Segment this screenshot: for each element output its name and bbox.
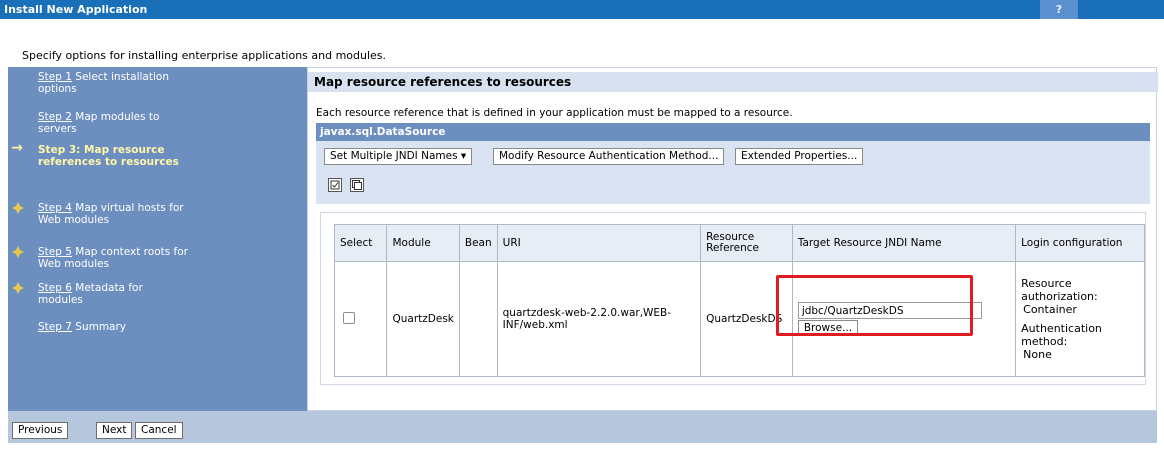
login-configuration-cell: Resource authorization: Container Authen… — [1015, 261, 1145, 377]
window-title: Install New Application — [0, 0, 1164, 19]
help-button[interactable]: ? — [1040, 0, 1078, 19]
resource-reference-cell: QuartzDeskDS — [700, 261, 793, 377]
resource-authorization-label: Resource authorization: — [1021, 277, 1098, 303]
step-3-label: Step 3: Map resource references to resou… — [38, 144, 179, 168]
table-row: QuartzDesk quartzdesk-web-2.2.0.war,WEB-… — [333, 261, 1145, 377]
section-header: javax.sql.DataSource — [316, 123, 1150, 141]
header-uri: URI — [496, 224, 702, 262]
step-5[interactable]: Step 5 Map context roots for Web modules — [38, 246, 188, 270]
step-3-current: Step 3: Map resource references to resou… — [38, 144, 188, 168]
panel-title: Map resource references to resources — [308, 72, 1158, 92]
authentication-method-value: None — [1023, 348, 1052, 361]
bean-cell — [458, 261, 498, 377]
step-2-link[interactable]: Step 2 — [38, 111, 72, 123]
previous-button[interactable]: Previous — [12, 422, 69, 439]
step-7[interactable]: Step 7 Summary — [38, 321, 178, 333]
table-toolbar: Set Multiple JNDI Names ▾ Modify Resourc… — [316, 141, 1150, 204]
current-step-arrow-icon: → — [11, 140, 23, 156]
step-6-link[interactable]: Step 6 — [38, 282, 72, 294]
header-login-configuration: Login configuration — [1015, 224, 1145, 262]
jndi-cell: Browse... — [791, 261, 1017, 377]
step-5-link[interactable]: Step 5 — [38, 246, 72, 258]
header-select: Select — [333, 224, 388, 262]
step-6-pending-icon — [12, 282, 24, 294]
authentication-method-label: Authentication method: — [1021, 322, 1102, 348]
header-target-jndi: Target Resource JNDI Name — [791, 224, 1017, 262]
step-7-label: Summary — [71, 321, 127, 333]
header-bean: Bean — [458, 224, 498, 262]
select-cell — [333, 261, 388, 377]
step-4-link[interactable]: Step 4 — [38, 202, 72, 214]
panel-description: Each resource reference that is defined … — [316, 107, 793, 119]
set-multiple-jndi-names-button[interactable]: Set Multiple JNDI Names ▾ — [324, 148, 473, 165]
step-1-link[interactable]: Step 1 — [38, 71, 72, 83]
row-select-checkbox[interactable] — [343, 311, 355, 324]
step-4-pending-icon — [12, 202, 24, 214]
header-module: Module — [386, 224, 460, 262]
header-resource-reference: Resource Reference — [700, 224, 793, 262]
modify-resource-authentication-method-button[interactable]: Modify Resource Authentication Method... — [493, 148, 725, 165]
step-6[interactable]: Step 6 Metadata for modules — [38, 282, 168, 306]
deselect-all-icon[interactable] — [350, 178, 364, 192]
resource-authorization-value: Container — [1023, 303, 1077, 316]
page-instructions: Specify options for installing enterpris… — [22, 49, 387, 62]
next-button[interactable]: Next — [96, 422, 133, 439]
window-title-text: Install New Application — [4, 3, 148, 16]
main-panel: Map resource references to resources Eac… — [307, 67, 1158, 411]
step-1[interactable]: Step 1 Select installation options — [38, 71, 178, 95]
step-2[interactable]: Step 2 Map modules to servers — [38, 111, 178, 135]
uri-cell: quartzdesk-web-2.2.0.war,WEB-INF/web.xml — [496, 261, 702, 377]
step-7-link[interactable]: Step 7 — [38, 321, 72, 333]
resource-reference-table: Select Module Bean URI Resource Referenc… — [333, 224, 1145, 377]
wizard-navigation-bar: Previous Next Cancel — [8, 411, 1157, 443]
resource-table-container: Select Module Bean URI Resource Referenc… — [320, 212, 1146, 385]
wizard-steps-sidebar: Step 1 Select installation options Step … — [8, 67, 307, 411]
module-cell: QuartzDesk — [386, 261, 460, 377]
step-4[interactable]: Step 4 Map virtual hosts for Web modules — [38, 202, 188, 226]
cancel-button[interactable]: Cancel — [135, 422, 183, 439]
browse-button[interactable]: Browse... — [797, 320, 859, 336]
step-5-pending-icon — [12, 246, 24, 258]
extended-properties-button[interactable]: Extended Properties... — [735, 148, 864, 165]
select-all-icon[interactable] — [328, 178, 342, 192]
jndi-name-input[interactable] — [797, 302, 982, 319]
